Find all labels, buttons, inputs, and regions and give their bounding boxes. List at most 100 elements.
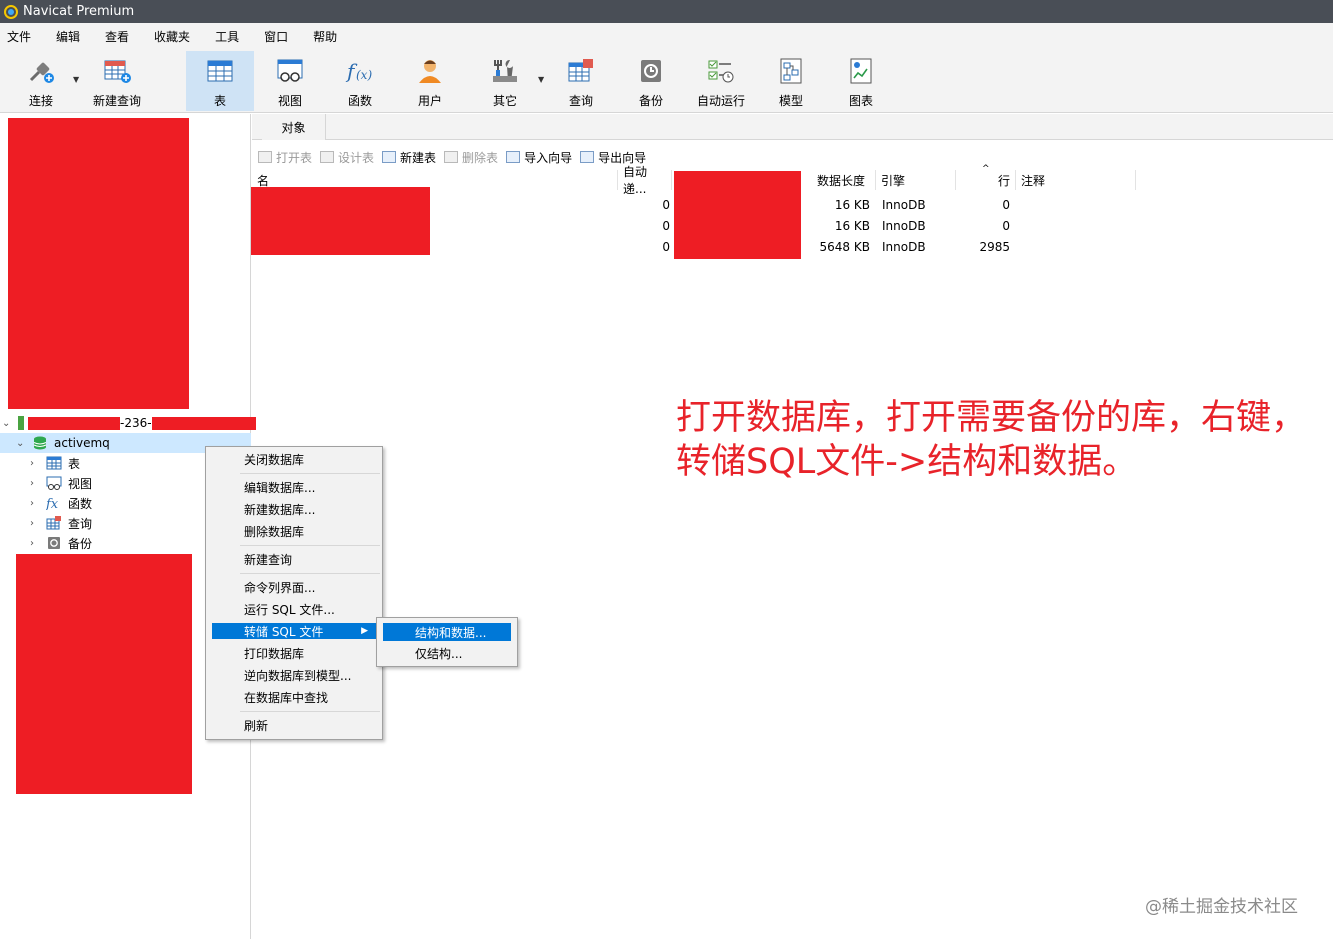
menu-view[interactable]: 查看 [98, 28, 141, 45]
schedule-icon [706, 57, 736, 85]
delete-table-icon [444, 151, 459, 163]
connection-name-fragment: -236- [120, 416, 152, 430]
menu-window[interactable]: 窗口 [257, 28, 300, 45]
watermark: @稀土掘金技术社区 [1145, 897, 1298, 917]
connect-button[interactable]: 连接 [7, 51, 75, 111]
function-icon: f (x) [345, 57, 375, 85]
menu-item-console[interactable]: 命令列界面... [206, 576, 382, 598]
backup-icon [46, 536, 62, 550]
column-header-comment[interactable]: 注释 [1016, 170, 1136, 190]
function-button[interactable]: f (x) 函数 [326, 51, 394, 111]
chevron-right-icon: › [30, 537, 34, 549]
design-table-button[interactable]: 设计表 [320, 149, 374, 166]
tree-database-activemq[interactable]: ⌄ activemq [16, 433, 110, 453]
view-button[interactable]: 视图 [256, 51, 324, 111]
view-icon [46, 476, 62, 490]
query-button[interactable]: 查询 [547, 51, 615, 111]
user-button[interactable]: 用户 [396, 51, 464, 111]
table-button[interactable]: 表 [186, 51, 254, 111]
menu-item-print-db[interactable]: 打印数据库 [206, 642, 382, 664]
new-table-button[interactable]: 新建表 [382, 149, 436, 166]
connection-icon [18, 416, 24, 430]
function-icon: fx [46, 496, 62, 510]
open-table-button[interactable]: 打开表 [258, 149, 312, 166]
database-context-menu: 关闭数据库 编辑数据库... 新建数据库... 删除数据库 新建查询 命令列界面… [205, 446, 383, 740]
menu-edit[interactable]: 编辑 [49, 28, 92, 45]
export-icon [580, 151, 595, 163]
svg-text:(x): (x) [356, 68, 372, 82]
menu-item-run-sql[interactable]: 运行 SQL 文件... [206, 598, 382, 620]
tree-item-queries[interactable]: › 查询 [30, 513, 92, 533]
redacted-block [8, 118, 189, 409]
submenu-item-structure-and-data[interactable]: 结构和数据... [383, 623, 511, 641]
menu-item-new-db[interactable]: 新建数据库... [206, 498, 382, 520]
auto-run-button[interactable]: 自动运行 [687, 51, 755, 111]
menu-item-refresh[interactable]: 刷新 [206, 714, 382, 736]
menu-item-new-query[interactable]: 新建查询 [206, 548, 382, 570]
chevron-right-icon: › [30, 517, 34, 529]
other-dropdown-icon[interactable]: ▼ [538, 75, 544, 84]
chart-button[interactable]: 图表 [827, 51, 895, 111]
column-header-data-length[interactable]: 数据长度 [812, 170, 876, 190]
object-toolbar: 打开表 设计表 新建表 删除表 导入向导 导出向导 [252, 146, 1333, 168]
tab-objects[interactable]: 对象 [262, 114, 326, 140]
connect-dropdown-icon[interactable]: ▼ [73, 75, 79, 84]
column-header-rows[interactable]: ^ 行 [956, 164, 1016, 190]
import-icon [506, 151, 521, 163]
table-icon [205, 57, 235, 85]
user-icon [415, 57, 445, 85]
chart-icon [846, 57, 876, 85]
menu-favorites[interactable]: 收藏夹 [147, 28, 202, 45]
menu-separator [240, 573, 380, 574]
menu-item-reverse-model[interactable]: 逆向数据库到模型... [206, 664, 382, 686]
tools-icon [490, 57, 520, 85]
backup-button[interactable]: 备份 [617, 51, 685, 111]
redacted-block [16, 554, 192, 794]
database-name: activemq [54, 436, 110, 450]
submenu-item-structure-only[interactable]: 仅结构... [383, 644, 511, 662]
window-title: Navicat Premium [23, 4, 135, 19]
database-icon [32, 436, 48, 450]
chevron-right-icon: › [30, 497, 34, 509]
open-table-icon [258, 151, 272, 163]
tree-item-functions[interactable]: › fx 函数 [30, 493, 92, 513]
tree-item-views[interactable]: › 视图 [30, 473, 92, 493]
tree-item-backups[interactable]: › 备份 [30, 533, 92, 553]
tab-bar: 对象 [252, 114, 1333, 140]
view-icon [275, 57, 305, 85]
menu-item-close-db[interactable]: 关闭数据库 [206, 448, 382, 470]
menu-item-find-in-db[interactable]: 在数据库中查找 [206, 686, 382, 708]
chevron-right-icon: › [30, 477, 34, 489]
menu-help[interactable]: 帮助 [306, 28, 349, 45]
menu-separator [240, 473, 380, 474]
new-query-icon [102, 57, 132, 85]
submenu-arrow-icon: ▶ [361, 626, 368, 636]
tree-connection-row[interactable]: ⌄ -236- [2, 413, 256, 433]
main-toolbar: 连接 ▼ 新建查询 表 视图 f (x) 函数 用户 其它 ▼ 查询 备份 自动… [0, 49, 1333, 113]
redacted-table-names [251, 187, 430, 255]
backup-icon [636, 57, 666, 85]
menu-file[interactable]: 文件 [0, 28, 43, 45]
column-header-auto-inc[interactable]: 自动递... [618, 165, 672, 196]
model-icon [776, 57, 806, 85]
column-header-engine[interactable]: 引擎 [876, 170, 956, 190]
new-query-button[interactable]: 新建查询 [83, 51, 151, 111]
new-table-icon [382, 151, 397, 163]
delete-table-button[interactable]: 删除表 [444, 149, 498, 166]
menu-item-edit-db[interactable]: 编辑数据库... [206, 476, 382, 498]
svg-text:fx: fx [46, 497, 59, 510]
menu-item-delete-db[interactable]: 删除数据库 [206, 520, 382, 542]
model-button[interactable]: 模型 [757, 51, 825, 111]
menu-separator [240, 711, 380, 712]
import-wizard-button[interactable]: 导入向导 [506, 149, 572, 166]
tree-item-tables[interactable]: › 表 [30, 453, 80, 473]
menu-tools[interactable]: 工具 [208, 28, 251, 45]
sort-ascending-icon: ^ [982, 164, 990, 174]
menu-item-dump-sql[interactable]: 转储 SQL 文件 ▶ [212, 623, 376, 639]
chevron-right-icon: › [30, 457, 34, 469]
redacted-column [674, 171, 801, 259]
other-button[interactable]: 其它 [471, 51, 539, 111]
table-icon [46, 456, 62, 470]
dump-sql-submenu: 结构和数据... 仅结构... [376, 617, 518, 667]
menu-bar: 文件 编辑 查看 收藏夹 工具 窗口 帮助 [0, 23, 1333, 49]
